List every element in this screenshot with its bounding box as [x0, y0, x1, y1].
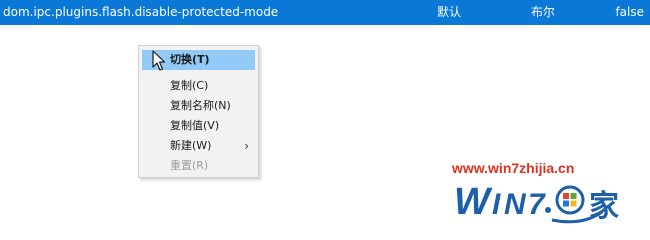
menu-item-copy[interactable]: 复制(C)	[142, 76, 255, 96]
menu-item-copy-value[interactable]: 复制值(V)	[142, 116, 255, 136]
menu-item-label: 复制值(V)	[170, 119, 220, 132]
pref-status: 默认	[437, 5, 462, 19]
pref-value: false	[615, 5, 644, 19]
svg-text:家: 家	[589, 189, 619, 224]
svg-text:W: W	[454, 181, 493, 223]
arrow-cursor-icon	[152, 50, 165, 71]
pref-row-selected[interactable]: dom.ipc.plugins.flash.disable-protected-…	[0, 0, 650, 25]
menu-item-label: 复制(C)	[170, 79, 209, 92]
menu-item-new[interactable]: 新建(W) ›	[142, 136, 255, 156]
chevron-right-icon: ›	[244, 139, 249, 153]
menu-item-copy-name[interactable]: 复制名称(N)	[142, 96, 255, 116]
menu-item-label: 新建(W)	[170, 139, 212, 152]
context-menu: 切换(T) 复制(C) 复制名称(N) 复制值(V) 新建(W) › 重置(R)	[138, 45, 259, 178]
svg-text:N: N	[504, 188, 527, 221]
menu-item-label: 复制名称(N)	[170, 99, 231, 112]
pref-name: dom.ipc.plugins.flash.disable-protected-…	[3, 5, 279, 19]
watermark-url: www.win7zhijia.cn	[452, 160, 575, 176]
menu-item-toggle[interactable]: 切换(T)	[142, 50, 255, 71]
pref-type: 布尔	[531, 5, 556, 19]
menu-item-label: 重置(R)	[170, 159, 209, 172]
svg-text:I: I	[492, 188, 501, 221]
svg-text:7: 7	[528, 188, 546, 221]
menu-item-label: 切换(T)	[170, 53, 210, 66]
watermark-logo: W I N 7 家	[454, 181, 619, 224]
menu-item-reset: 重置(R)	[142, 156, 255, 176]
